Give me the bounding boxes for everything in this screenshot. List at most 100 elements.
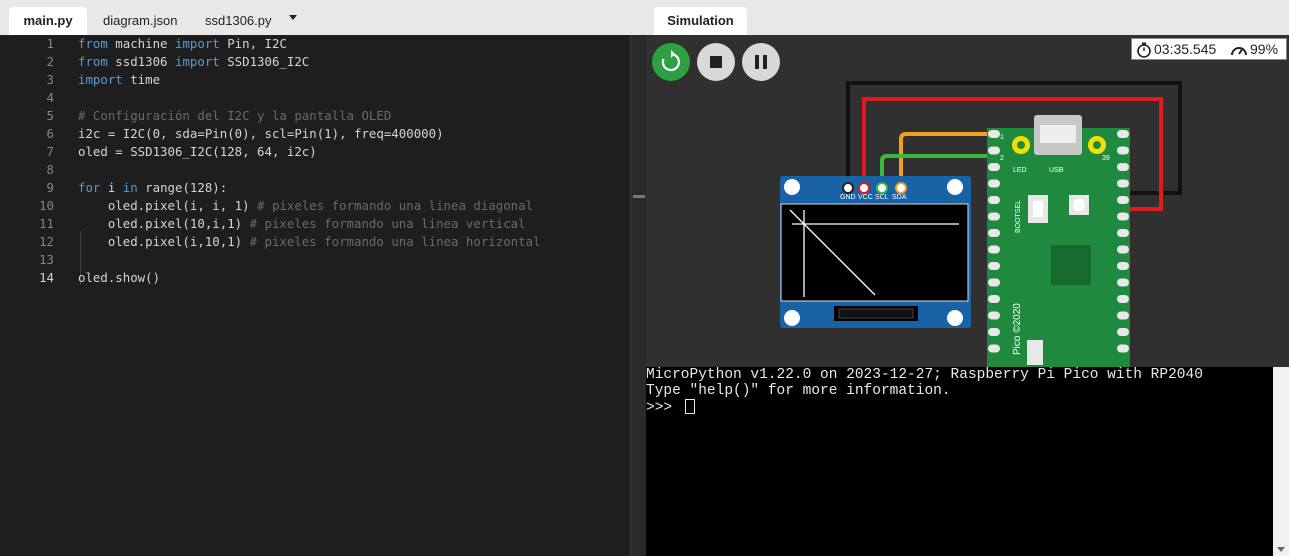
code-text: from ssd1306 import SSD1306_I2C <box>78 53 309 71</box>
pico-pin <box>1117 130 1129 138</box>
pico-pin <box>988 229 1000 237</box>
oled-pin-vcc-label: VCC <box>858 194 873 201</box>
editor-tab-bar: main.py diagram.json ssd1306.py <box>0 0 646 35</box>
serial-monitor[interactable]: MicroPython v1.22.0 on 2023-12-27; Raspb… <box>646 367 1273 556</box>
tab-main-py[interactable]: main.py <box>9 7 87 35</box>
pico-pin <box>1117 229 1129 237</box>
pico-pin <box>988 212 1000 221</box>
code-text: for i in range(128): <box>78 179 227 197</box>
code-token: import <box>174 36 220 51</box>
stop-simulation-button[interactable] <box>697 43 735 81</box>
code-token: oled.pixel(10,i,1) <box>78 216 250 231</box>
console-scrollbar[interactable] <box>1273 367 1289 556</box>
code-line[interactable]: 14 oled.show() <box>0 269 630 287</box>
simulation-timer: 03:35.545 <box>1154 41 1217 57</box>
code-line[interactable]: 6 i2c = I2C(0, sda=Pin(0), scl=Pin(1), fr… <box>0 125 630 143</box>
text-cursor <box>684 399 695 414</box>
code-text: oled = SSD1306_I2C(128, 64, i2c) <box>78 143 317 161</box>
code-line[interactable]: 9 for i in range(128): <box>0 179 630 197</box>
pico-pin <box>1117 278 1129 287</box>
code-text: i2c = I2C(0, sda=Pin(0), scl=Pin(1), fre… <box>78 125 444 143</box>
pico-pin <box>1117 311 1129 320</box>
code-area[interactable]: 1 from machine import Pin, I2C 2 from ssd13… <box>0 35 630 556</box>
tab-ssd1306-py[interactable]: ssd1306.py <box>205 7 275 35</box>
pico-pin <box>988 179 1000 188</box>
raspberry-pi-pico[interactable]: 1 2 39 LED USB BOOTSEL Pico ©2020 <box>987 115 1130 367</box>
code-token: for <box>78 180 101 195</box>
code-text: oled.pixel(10,i,1) # pixeles formando un… <box>78 215 526 233</box>
restart-icon <box>661 50 680 72</box>
console-prompt: >>> <box>646 400 681 416</box>
pico-pin <box>988 196 1000 204</box>
line-number: 6 <box>46 126 54 141</box>
simulation-speed: 99% <box>1250 41 1279 57</box>
svg-text:Pico ©2020: Pico ©2020 <box>1012 303 1023 355</box>
simulation-header: Simulation <box>646 0 1289 35</box>
pico-pin <box>1117 146 1129 155</box>
svg-text:2: 2 <box>1000 155 1004 162</box>
pico-pin <box>1117 262 1129 270</box>
pause-simulation-button[interactable] <box>742 43 780 81</box>
pico-pin <box>1117 295 1129 303</box>
editor-scrollbar[interactable] <box>630 35 646 556</box>
line-number: 2 <box>46 54 54 69</box>
svg-text:LED: LED <box>1013 167 1027 174</box>
code-line[interactable]: 13 <box>0 251 630 269</box>
pico-pin <box>1117 245 1129 254</box>
speedometer-icon <box>1231 47 1247 56</box>
code-text: from machine import Pin, I2C <box>78 35 287 53</box>
code-line[interactable]: 8 <box>0 161 630 179</box>
pico-pin <box>988 130 1000 138</box>
line-number: 12 <box>39 234 54 249</box>
line-number: 1 <box>46 36 54 51</box>
code-token: # pixeles formando una linea diagonal <box>257 198 534 213</box>
line-number: 7 <box>46 144 54 159</box>
code-line[interactable]: 11 oled.pixel(10,i,1) # pixeles formando… <box>0 215 630 233</box>
console-line: Type "help()" for more information. <box>646 383 951 399</box>
pico-pin <box>988 262 1000 270</box>
line-number: 11 <box>39 216 54 231</box>
pico-pin <box>988 311 1000 320</box>
code-line[interactable]: 1 from machine import Pin, I2C <box>0 35 630 53</box>
console-prompt-line[interactable]: >>> <box>646 399 695 416</box>
code-line[interactable]: 3 import time <box>0 71 630 89</box>
oled-ssd1306-module[interactable]: GND VCC SCL SDA <box>780 176 971 328</box>
line-number: 13 <box>39 252 54 267</box>
pico-pin <box>1117 163 1129 171</box>
code-token: # Configuración del I2C y la pantalla OL… <box>78 108 392 123</box>
code-token: from <box>78 54 108 69</box>
line-number: 8 <box>46 162 54 177</box>
code-token: i <box>100 180 123 195</box>
pico-pin <box>988 163 1000 171</box>
code-line[interactable]: 4 <box>0 89 630 107</box>
simulation-status-bar: 03:35.545 99% <box>1131 38 1287 60</box>
code-line[interactable]: 5 # Configuración del I2C y la pantalla O… <box>0 107 630 125</box>
code-editor-pane: main.py diagram.json ssd1306.py 1 from ma… <box>0 0 646 556</box>
code-line[interactable]: 12 oled.pixel(i,10,1) # pixeles formando… <box>0 233 630 251</box>
code-token: # pixeles formando una linea vertical <box>249 216 526 231</box>
code-line[interactable]: 7 oled = SSD1306_I2C(128, 64, i2c) <box>0 143 630 161</box>
pause-icon <box>755 55 767 69</box>
tab-menu-dropdown-icon[interactable] <box>287 12 301 26</box>
pico-pin <box>988 344 1000 353</box>
code-token: # pixeles formando una linea horizontal <box>249 234 541 249</box>
code-line[interactable]: 2 from ssd1306 import SSD1306_I2C <box>0 53 630 71</box>
oled-pin-sda-label: SDA <box>892 194 907 201</box>
stopwatch-icon <box>1137 42 1151 58</box>
simulation-canvas[interactable]: 1 2 39 LED USB BOOTSEL Pico ©2020 GND VC… <box>646 35 1289 367</box>
code-token: oled.pixel(i,10,1) <box>78 234 250 249</box>
code-token: import <box>174 54 220 69</box>
tab-simulation[interactable]: Simulation <box>654 7 747 35</box>
code-line[interactable]: 10 oled.pixel(i, i, 1) # pixeles formand… <box>0 197 630 215</box>
code-token: oled.show() <box>78 270 161 285</box>
code-token: oled.pixel(i, i, 1) <box>78 198 258 213</box>
tab-diagram-json[interactable]: diagram.json <box>103 7 183 35</box>
svg-text:USB: USB <box>1049 167 1064 174</box>
code-token: in <box>122 180 138 195</box>
pico-pin <box>1117 344 1129 353</box>
pico-pin <box>988 245 1000 254</box>
restart-simulation-button[interactable] <box>652 43 690 81</box>
line-number: 9 <box>46 180 54 195</box>
pico-pin <box>988 295 1000 303</box>
oled-pin-gnd-label: GND <box>840 194 856 201</box>
